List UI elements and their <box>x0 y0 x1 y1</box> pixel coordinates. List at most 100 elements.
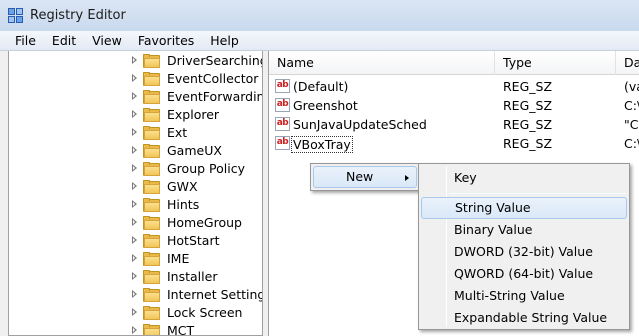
value-type: REG_SZ <box>503 136 553 151</box>
table-row[interactable]: ab (Default) REG_SZ (va <box>269 77 639 96</box>
tree-item-label: Group Policy <box>167 161 245 176</box>
expand-arrow-icon[interactable] <box>132 290 137 298</box>
column-header-data[interactable]: Data <box>616 51 639 75</box>
folder-icon <box>143 108 160 122</box>
folder-icon <box>143 216 160 230</box>
expand-arrow-icon[interactable] <box>132 146 137 154</box>
folder-icon <box>143 144 160 158</box>
window-title: Registry Editor <box>30 8 126 23</box>
folder-icon <box>143 72 160 86</box>
expand-arrow-icon[interactable] <box>132 254 137 262</box>
tree-item-label: DriverSearching <box>167 53 263 68</box>
tree-item-label: MCT <box>167 323 195 336</box>
value-type: REG_SZ <box>503 117 553 132</box>
expand-arrow-icon[interactable] <box>132 128 137 136</box>
tree-item[interactable]: Group Policy <box>9 160 262 178</box>
value-type: REG_SZ <box>503 98 553 113</box>
expand-arrow-icon[interactable] <box>132 56 137 64</box>
menu-view[interactable]: View <box>84 33 130 48</box>
expand-arrow-icon[interactable] <box>132 182 137 190</box>
tree-item[interactable]: GameUX <box>9 142 262 160</box>
context-menu: New <box>310 163 420 191</box>
expand-arrow-icon[interactable] <box>132 272 137 280</box>
menu-file[interactable]: File <box>7 33 44 48</box>
column-header-name[interactable]: Name <box>269 51 495 75</box>
tree-item-label: Internet Settings <box>167 287 263 302</box>
expand-arrow-icon[interactable] <box>132 110 137 118</box>
tree-item[interactable]: EventCollector <box>9 70 262 88</box>
value-data: C:\ <box>624 136 639 151</box>
tree-item-label: GWX <box>167 179 198 194</box>
tree-item-label: Explorer <box>167 107 220 122</box>
value-data: (va <box>624 79 639 94</box>
menu-separator <box>449 193 626 194</box>
tree-item[interactable]: Explorer <box>9 106 262 124</box>
folder-icon <box>143 198 160 212</box>
tree-item[interactable]: HomeGroup <box>9 214 262 232</box>
expand-arrow-icon[interactable] <box>132 218 137 226</box>
menu-item-dword-value[interactable]: DWORD (32-bit) Value <box>421 241 627 263</box>
tree-item[interactable]: HotStart <box>9 232 262 250</box>
menu-item-new[interactable]: New <box>313 166 417 188</box>
tree-item[interactable]: Internet Settings <box>9 286 263 304</box>
folder-icon <box>143 324 160 335</box>
value-name: (Default) <box>293 79 349 94</box>
menu-item-binary-value[interactable]: Binary Value <box>421 219 627 241</box>
table-row[interactable]: ab VBoxTray REG_SZ C:\ <box>269 134 639 153</box>
tree-item[interactable]: IME <box>9 250 262 268</box>
string-value-icon: ab <box>275 98 290 112</box>
tree-item[interactable]: GWX <box>9 178 262 196</box>
folder-icon <box>143 234 160 248</box>
menu-item-key[interactable]: Key <box>421 167 627 189</box>
tree-item[interactable]: Installer <box>9 268 262 286</box>
menu-item-new-label: New <box>346 169 374 184</box>
tree-item-label: Ext <box>167 125 188 140</box>
menu-item-string-value[interactable]: String Value <box>421 197 627 219</box>
table-row[interactable]: ab SunJavaUpdateSched REG_SZ "C: <box>269 115 639 134</box>
folder-icon <box>143 270 160 284</box>
tree-item[interactable]: DriverSearching <box>9 52 263 70</box>
expand-arrow-icon[interactable] <box>132 236 137 244</box>
value-type: REG_SZ <box>503 79 553 94</box>
string-value-icon: ab <box>275 136 290 150</box>
tree-item[interactable]: Hints <box>9 196 262 214</box>
folder-icon <box>143 180 160 194</box>
tree-item-label: Lock Screen <box>167 305 243 320</box>
tree-item[interactable]: Ext <box>9 124 262 142</box>
tree-item-label: IME <box>167 251 190 266</box>
tree-item[interactable]: MCT <box>9 322 262 336</box>
registry-editor-icon <box>8 7 24 24</box>
tree-item-label: HotStart <box>167 233 220 248</box>
value-data: "C: <box>624 117 639 132</box>
menu-item-multi-string-value[interactable]: Multi-String Value <box>421 285 627 307</box>
table-row[interactable]: ab Greenshot REG_SZ C:\ <box>269 96 639 115</box>
menu-edit[interactable]: Edit <box>44 33 84 48</box>
tree-item-label: EventForwarding <box>167 89 263 104</box>
tree-item-label: EventCollector <box>167 71 259 86</box>
value-name: Greenshot <box>293 98 358 113</box>
tree-item[interactable]: Lock Screen <box>9 304 262 322</box>
value-name: VBoxTray <box>291 136 353 153</box>
menu-item-qword-value[interactable]: QWORD (64-bit) Value <box>421 263 627 285</box>
tree-item[interactable]: EventForwarding <box>9 88 263 106</box>
expand-arrow-icon[interactable] <box>132 326 137 334</box>
expand-arrow-icon[interactable] <box>132 308 137 316</box>
list-header: Name Type Data <box>269 51 639 75</box>
menu-help[interactable]: Help <box>202 33 247 48</box>
expand-arrow-icon[interactable] <box>132 92 137 100</box>
folder-icon <box>143 306 160 320</box>
expand-arrow-icon[interactable] <box>132 74 137 82</box>
menu-item-expandable-string-value[interactable]: Expandable String Value <box>421 307 627 329</box>
string-value-icon: ab <box>275 117 290 131</box>
column-header-type[interactable]: Type <box>495 51 616 75</box>
registry-tree[interactable]: DriverSearching EventCollector EventForw… <box>8 51 263 336</box>
submenu-arrow-icon <box>405 175 409 181</box>
expand-arrow-icon[interactable] <box>132 164 137 172</box>
tree-item-label: Installer <box>167 269 218 284</box>
expand-arrow-icon[interactable] <box>132 200 137 208</box>
menu-favorites[interactable]: Favorites <box>130 33 202 48</box>
value-data: C:\ <box>624 98 639 113</box>
tree-item-label: Hints <box>167 197 200 212</box>
new-submenu: Key String Value Binary Value DWORD (32-… <box>418 163 630 330</box>
menu-bar: File Edit View Favorites Help <box>0 31 639 51</box>
